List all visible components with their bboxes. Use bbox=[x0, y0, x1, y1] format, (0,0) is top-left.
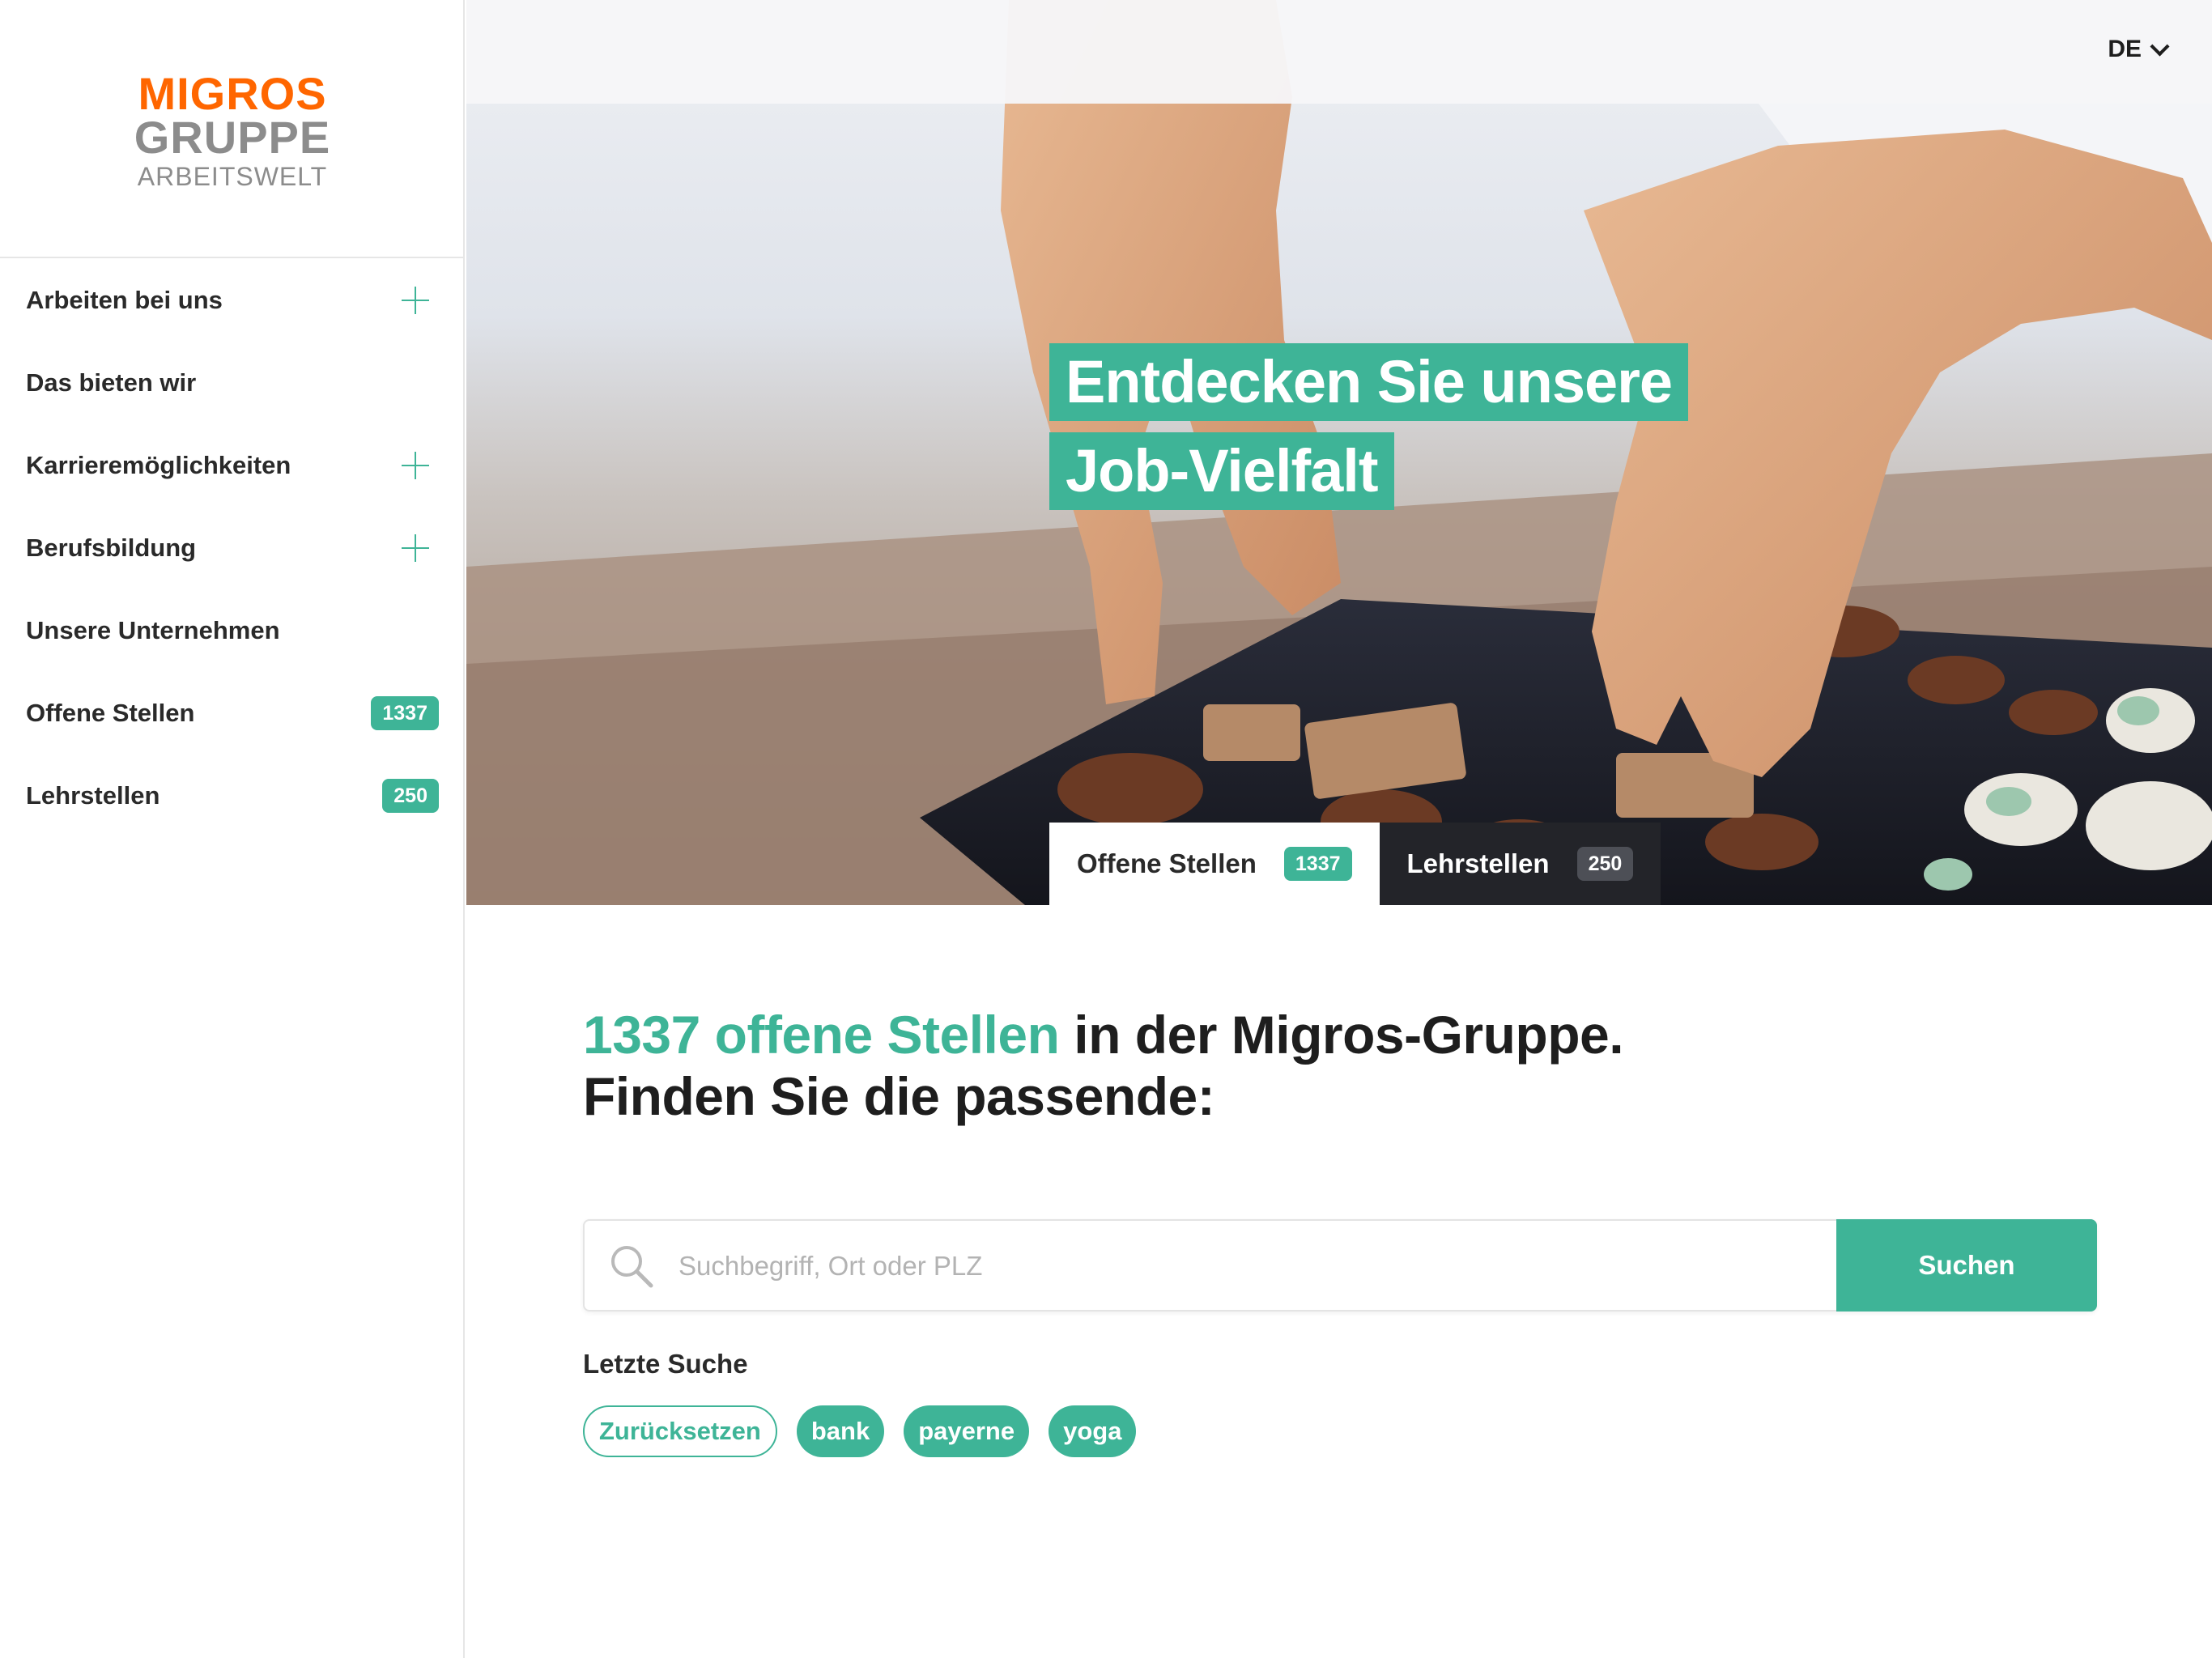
main-navigation: Arbeiten bei uns Das bieten wir Karriere… bbox=[0, 259, 465, 837]
title-line-2: Finden Sie die passende: bbox=[583, 1066, 1215, 1126]
language-label: DE bbox=[2108, 36, 2142, 62]
chevron-down-icon bbox=[2150, 36, 2170, 57]
job-type-tabs: Offene Stellen 1337 Lehrstellen 250 bbox=[1049, 823, 1661, 905]
title-rest: in der Migros-Gruppe. bbox=[1059, 1005, 1624, 1065]
sidebar-item-offene-stellen[interactable]: Offene Stellen 1337 bbox=[0, 672, 465, 755]
page-title: 1337 offene Stellen in der Migros-Gruppe… bbox=[583, 1004, 2097, 1127]
hero-headline: Entdecken Sie unsere Job-Vielfalt bbox=[1049, 343, 1689, 510]
migros-gruppe-logo[interactable]: MIGROS GRUPPE ARBEITSWELT bbox=[0, 71, 465, 193]
plus-icon[interactable] bbox=[402, 534, 429, 562]
sidebar-item-label: Das bieten wir bbox=[26, 368, 197, 397]
recent-search-chip[interactable]: yoga bbox=[1049, 1405, 1137, 1457]
sidebar-item-lehrstellen[interactable]: Lehrstellen 250 bbox=[0, 755, 465, 837]
sidebar-item-das-bieten-wir[interactable]: Das bieten wir bbox=[0, 342, 465, 424]
search-button[interactable]: Suchen bbox=[1836, 1219, 2097, 1312]
tab-label: Lehrstellen bbox=[1406, 848, 1550, 878]
job-search-section: 1337 offene Stellen in der Migros-Gruppe… bbox=[583, 1004, 2097, 1457]
sidebar-item-berufsbildung[interactable]: Berufsbildung bbox=[0, 507, 465, 589]
count-badge: 250 bbox=[1576, 847, 1634, 881]
count-badge: 1337 bbox=[371, 696, 439, 730]
tab-lehrstellen[interactable]: Lehrstellen 250 bbox=[1379, 823, 1661, 905]
recent-search-chip[interactable]: payerne bbox=[904, 1405, 1030, 1457]
recent-searches: Zurücksetzen bank payerne yoga bbox=[583, 1405, 1137, 1457]
sidebar-item-label: Unsere Unternehmen bbox=[26, 616, 280, 644]
logo-line-arbeitswelt: ARBEITSWELT bbox=[137, 162, 328, 191]
sidebar-item-label: Offene Stellen bbox=[26, 699, 195, 727]
logo-line-migros: MIGROS bbox=[138, 68, 327, 119]
recent-search-chip[interactable]: bank bbox=[796, 1405, 885, 1457]
sidebar-item-arbeiten-bei-uns[interactable]: Arbeiten bei uns bbox=[0, 259, 465, 342]
sidebar: MIGROS GRUPPE ARBEITSWELT Arbeiten bei u… bbox=[0, 0, 465, 1658]
plus-icon[interactable] bbox=[402, 452, 429, 479]
sidebar-item-label: Berufsbildung bbox=[26, 534, 197, 562]
search-input[interactable] bbox=[677, 1221, 1797, 1312]
plus-icon[interactable] bbox=[402, 287, 429, 314]
hero-banner: Entdecken Sie unsere Job-Vielfalt Offene… bbox=[466, 0, 2212, 905]
reset-searches-button[interactable]: Zurücksetzen bbox=[583, 1405, 777, 1457]
search-icon bbox=[611, 1246, 653, 1288]
hero-headline-line-2: Job-Vielfalt bbox=[1049, 432, 1394, 510]
sidebar-item-label: Lehrstellen bbox=[26, 781, 160, 810]
sidebar-item-label: Karrieremöglichkeiten bbox=[26, 451, 291, 479]
count-badge: 250 bbox=[382, 779, 439, 813]
search-bar: Suchen bbox=[583, 1219, 2097, 1312]
tab-label: Offene Stellen bbox=[1077, 848, 1257, 878]
sidebar-item-karrieremoeglichkeiten[interactable]: Karrieremöglichkeiten bbox=[0, 424, 465, 507]
hero-headline-line-1: Entdecken Sie unsere bbox=[1049, 343, 1689, 421]
sidebar-item-unsere-unternehmen[interactable]: Unsere Unternehmen bbox=[0, 589, 465, 672]
sidebar-item-label: Arbeiten bei uns bbox=[26, 286, 223, 314]
nav-divider bbox=[0, 257, 465, 258]
count-badge: 1337 bbox=[1283, 847, 1352, 881]
title-highlight: 1337 offene Stellen bbox=[583, 1005, 1060, 1065]
logo-line-gruppe: GRUPPE bbox=[134, 112, 331, 163]
language-selector[interactable]: DE bbox=[2108, 36, 2170, 63]
top-bar: DE bbox=[466, 0, 2212, 104]
recent-searches-label: Letzte Suche bbox=[583, 1349, 748, 1379]
tab-offene-stellen[interactable]: Offene Stellen 1337 bbox=[1049, 823, 1380, 905]
